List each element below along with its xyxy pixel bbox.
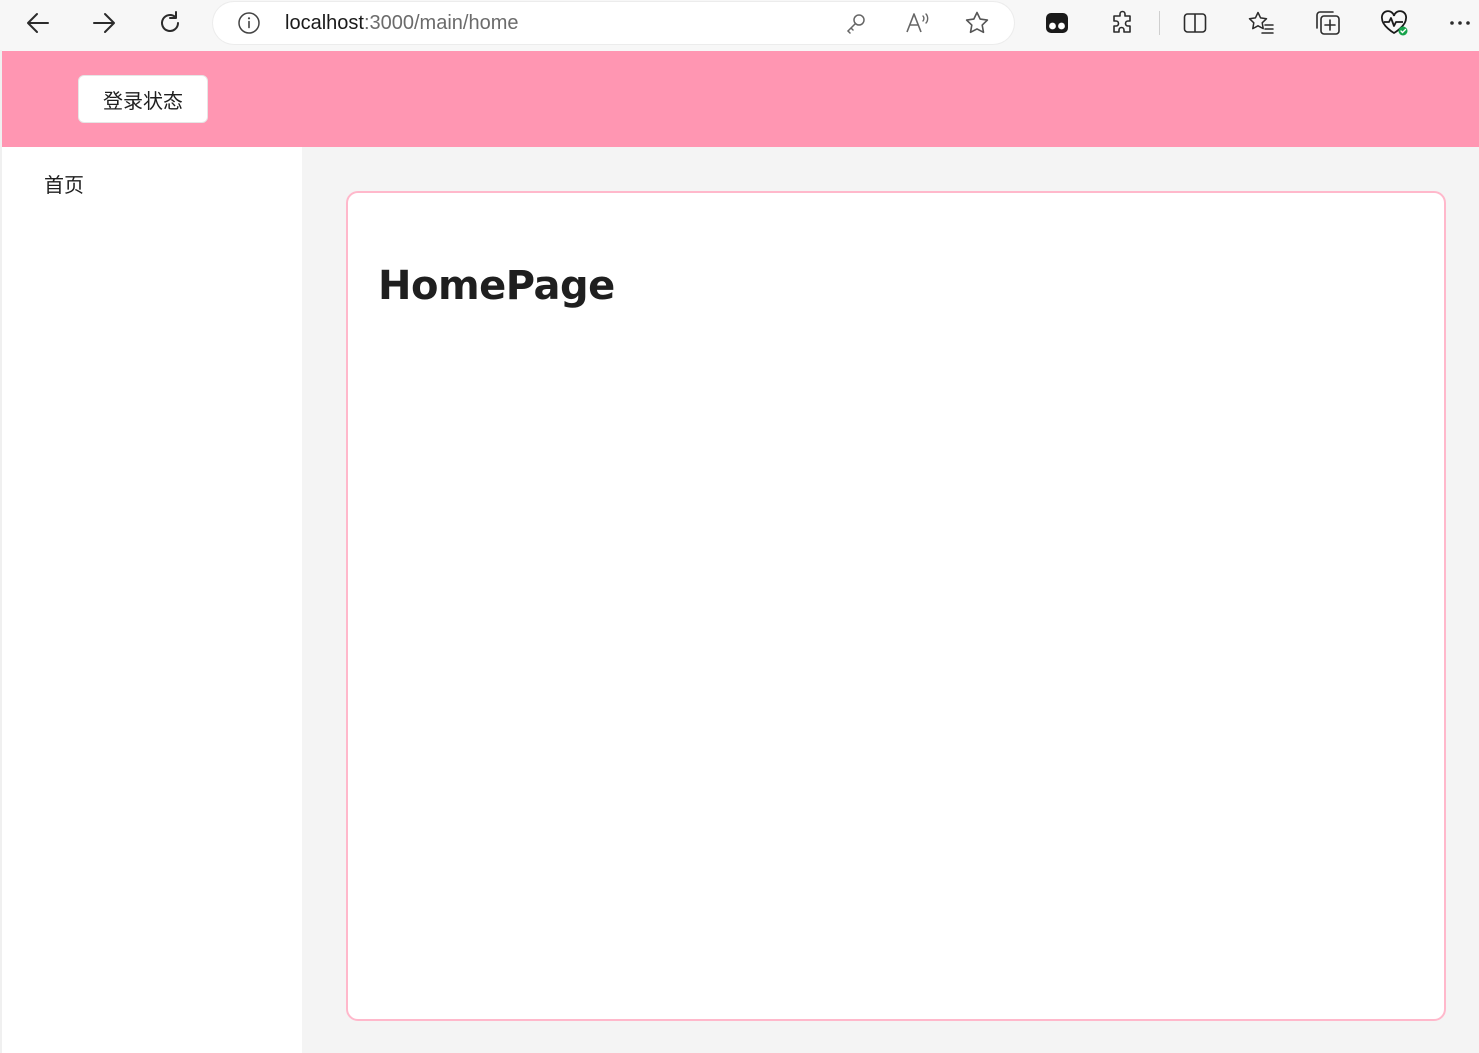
url-host: localhost <box>285 12 364 34</box>
address-bar[interactable]: localhost:3000/main/home <box>213 2 1014 44</box>
split-screen-icon <box>1183 13 1207 33</box>
url-text[interactable]: localhost:3000/main/home <box>285 12 518 34</box>
login-status-button[interactable]: 登录状态 <box>78 75 208 123</box>
collections-icon <box>1316 11 1340 35</box>
sidebar: 首页 <box>2 147 302 1053</box>
refresh-button[interactable] <box>150 5 190 41</box>
split-screen-button[interactable] <box>1175 5 1215 41</box>
favorite-star-icon[interactable] <box>964 11 990 35</box>
favorites-button[interactable] <box>1241 5 1281 41</box>
more-options-button[interactable] <box>1440 5 1479 41</box>
more-options-icon <box>1450 21 1470 25</box>
back-button[interactable] <box>18 5 58 41</box>
favorites-list-icon <box>1248 11 1274 34</box>
collections-button[interactable] <box>1308 5 1348 41</box>
url-path: :3000/main/home <box>363 12 519 34</box>
key-icon[interactable] <box>843 11 869 35</box>
browser-health-button[interactable] <box>1374 5 1414 41</box>
page-title: HomePage <box>378 263 615 309</box>
toolbar-separator <box>1159 11 1160 35</box>
extension-app-button[interactable] <box>1037 5 1077 41</box>
app-header: 登录状态 <box>2 51 1479 147</box>
back-icon <box>27 13 49 33</box>
forward-icon <box>93 13 115 33</box>
sidebar-item-home[interactable]: 首页 <box>44 171 84 199</box>
info-icon[interactable] <box>237 11 261 35</box>
browser-toolbar: localhost:3000/main/home <box>0 0 1479 50</box>
extension-app-icon <box>1046 13 1068 33</box>
browser-health-icon <box>1381 10 1408 36</box>
content-card: HomePage <box>346 191 1446 1021</box>
extensions-button[interactable] <box>1103 5 1143 41</box>
read-aloud-icon[interactable] <box>904 11 930 35</box>
refresh-icon <box>161 11 179 32</box>
forward-button[interactable] <box>84 5 124 41</box>
main-content: HomePage <box>302 147 1479 1053</box>
extensions-puzzle-icon <box>1113 10 1131 33</box>
